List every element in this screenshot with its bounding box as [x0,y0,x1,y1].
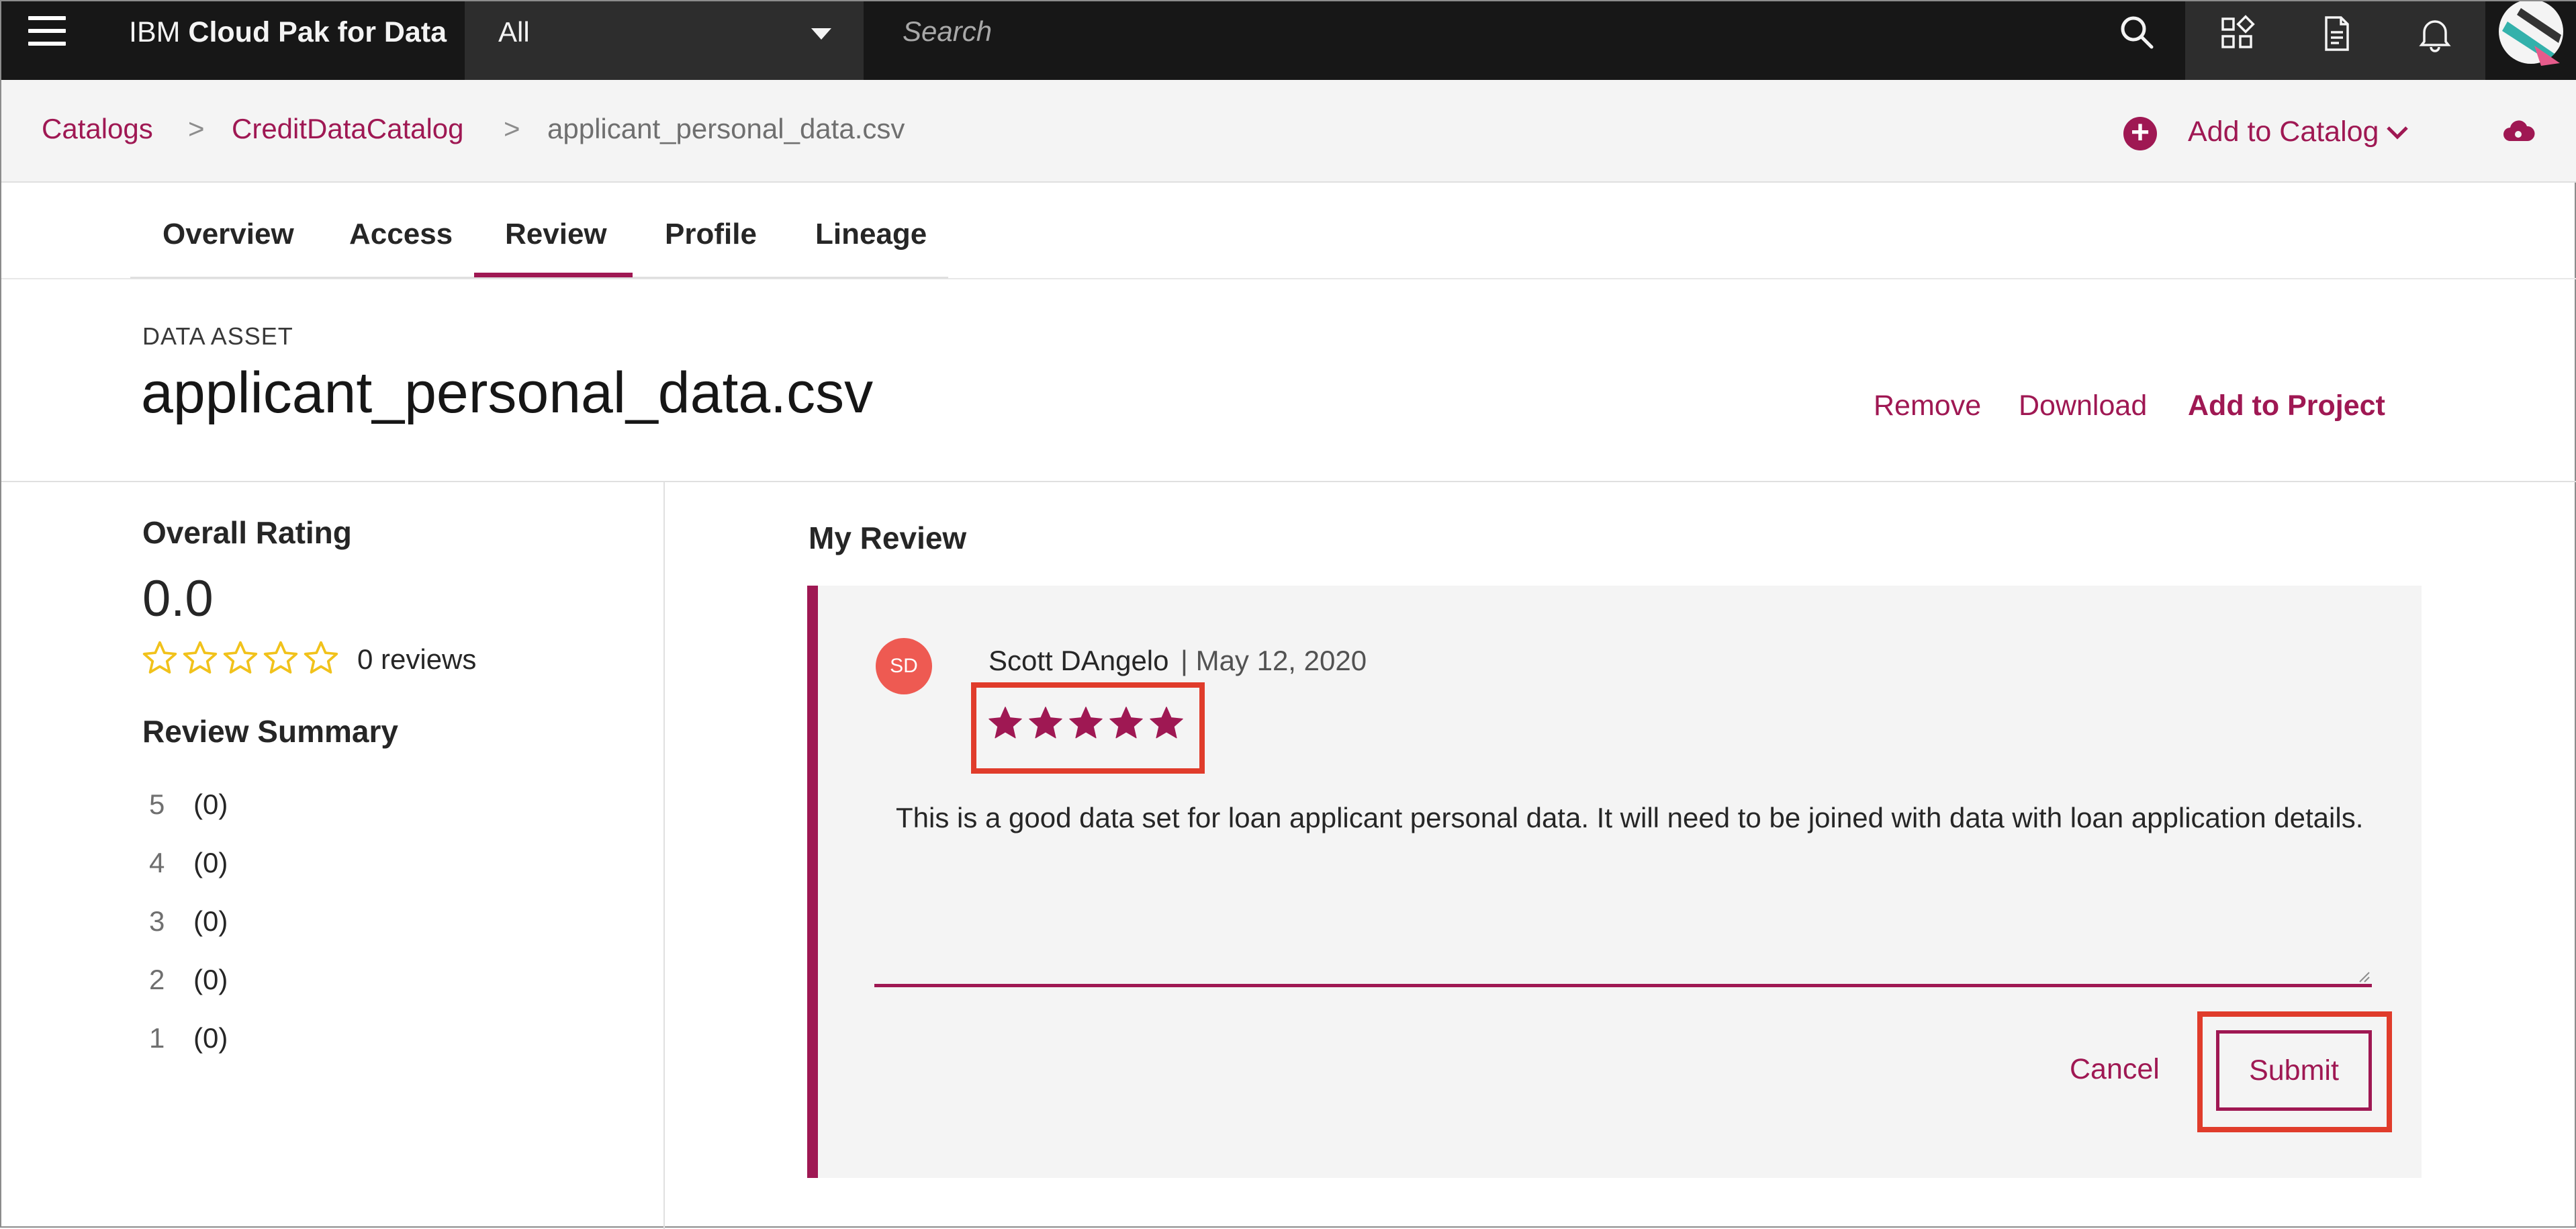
star-icon[interactable] [1026,704,1065,743]
tab-overview[interactable]: Overview [163,218,294,251]
summary-row: 5 (0) [149,788,228,821]
document-icon[interactable] [2317,13,2357,54]
star-icon[interactable] [262,639,300,677]
search-input[interactable] [901,11,1908,52]
review-count: 0 reviews [357,643,477,675]
add-to-project-button[interactable]: Add to Project [2188,390,2385,422]
star-icon[interactable] [181,639,219,677]
star-icon[interactable] [986,704,1025,743]
download-button[interactable]: Download [2019,390,2147,422]
star-icon[interactable] [1066,704,1105,743]
section-divider [1,481,2576,482]
chevron-down-icon[interactable] [2384,122,2411,142]
overall-rating-stars [141,639,342,680]
cancel-button[interactable]: Cancel [2070,1053,2160,1086]
breadcrumb-credit-data-catalog[interactable]: CreditDataCatalog [232,113,464,145]
summary-count: (0) [193,905,228,937]
star-icon[interactable] [222,639,259,677]
my-review-title: My Review [809,520,967,555]
summary-count: (0) [193,964,228,995]
chevron-right-icon: > [504,113,520,144]
star-icon[interactable] [302,639,340,677]
summary-stars: 5 [149,788,165,820]
overall-rating-value: 0.0 [142,570,214,627]
summary-stars: 3 [149,905,165,937]
summary-count: (0) [193,1022,228,1054]
summary-row: 2 (0) [149,964,228,996]
star-icon[interactable] [1147,704,1186,743]
summary-row: 3 (0) [149,905,228,938]
hamburger-icon[interactable] [28,16,66,48]
summary-row: 4 (0) [149,847,228,879]
breadcrumb-catalogs[interactable]: Catalogs [42,113,153,145]
summary-row: 1 (0) [149,1022,228,1054]
cloud-icon[interactable] [2501,114,2536,149]
panel-divider [663,482,665,1229]
product-name[interactable]: IBM Cloud Pak for Data [129,1,447,80]
summary-count: (0) [193,847,228,878]
breadcrumb-current: applicant_personal_data.csv [547,113,905,144]
product-prefix: IBM [129,16,181,48]
user-avatar-icon[interactable] [2494,0,2568,66]
avatar: SD [876,638,932,694]
star-icon[interactable] [141,639,179,677]
add-to-catalog-button[interactable]: Add to Catalog [2188,116,2379,148]
star-icon[interactable] [1107,704,1146,743]
review-summary-title: Review Summary [142,714,398,749]
my-rating-stars[interactable] [986,704,1187,746]
apps-icon[interactable] [2217,13,2258,54]
chevron-right-icon: > [188,113,205,144]
summary-stars: 4 [149,847,165,878]
search-icon[interactable] [2118,13,2156,51]
product-title: Cloud Pak for Data [188,16,447,48]
overall-rating-title: Overall Rating [142,515,352,550]
tab-review[interactable]: Review [505,218,607,251]
tab-profile[interactable]: Profile [665,218,757,251]
summary-stars: 1 [149,1022,165,1054]
submit-button[interactable]: Submit [2216,1030,2372,1111]
notification-icon[interactable] [2415,13,2455,54]
asset-type-label: DATA ASSET [142,322,293,350]
page-title: applicant_personal_data.csv [141,361,874,425]
caret-down-icon[interactable] [811,28,831,40]
resize-handle-icon[interactable] [2357,970,2371,983]
review-date: | May 12, 2020 [1181,645,1367,676]
summary-stars: 2 [149,964,165,995]
tab-lineage[interactable]: Lineage [815,218,927,251]
tab-active-indicator [474,273,633,277]
reviewer-name: Scott DAngelo [988,645,1169,676]
remove-button[interactable]: Remove [1874,390,1981,422]
review-textarea[interactable]: This is a good data set for loan applica… [896,799,2373,960]
textarea-underline [874,984,2372,987]
add-circle-icon[interactable]: + [2123,117,2157,150]
summary-count: (0) [193,788,228,820]
scope-selected-value: All [498,16,530,48]
tab-access[interactable]: Access [349,218,453,251]
